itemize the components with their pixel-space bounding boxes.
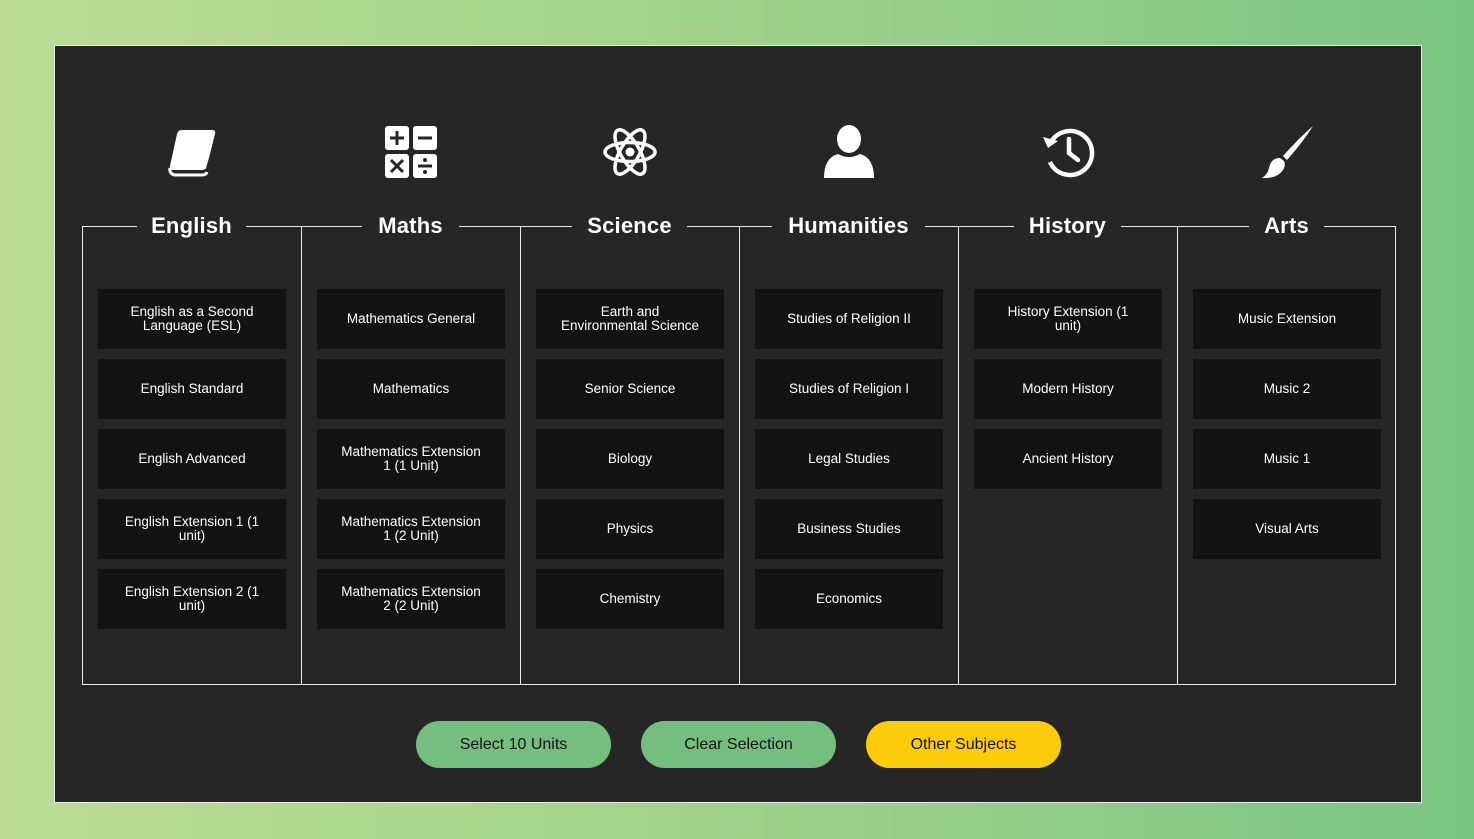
subject-tile[interactable]: Modern History	[974, 359, 1162, 419]
subject-tile[interactable]: Music 1	[1193, 429, 1381, 489]
subject-tile[interactable]: Senior Science	[536, 359, 724, 419]
subject-tile[interactable]: Music Extension	[1193, 289, 1381, 349]
subject-tile[interactable]: Earth and Environmental Science	[536, 289, 724, 349]
person-icon	[821, 124, 877, 180]
column-title: Humanities	[739, 212, 958, 240]
subject-tile[interactable]: Legal Studies	[755, 429, 943, 489]
subject-list: Music Extension Music 2 Music 1 Visual A…	[1193, 289, 1381, 569]
subject-list: Studies of Religion II Studies of Religi…	[755, 289, 943, 639]
column-title: Science	[520, 212, 739, 240]
other-subjects-button[interactable]: Other Subjects	[866, 721, 1061, 768]
subject-tile[interactable]: English Standard	[98, 359, 286, 419]
calculator-icon	[383, 124, 439, 180]
subject-tile[interactable]: English Advanced	[98, 429, 286, 489]
subject-list: English as a Second Language (ESL) Engli…	[98, 289, 286, 639]
subject-tile[interactable]: Music 2	[1193, 359, 1381, 419]
subject-selector-panel: English English as a Second Language (ES…	[54, 45, 1422, 803]
subject-tile[interactable]: English as a Second Language (ESL)	[98, 289, 286, 349]
subject-tile[interactable]: Mathematics General	[317, 289, 505, 349]
subject-tile[interactable]: Business Studies	[755, 499, 943, 559]
column-science: Science Earth and Environmental Science …	[520, 46, 739, 685]
subject-tile[interactable]: Economics	[755, 569, 943, 629]
subject-tile[interactable]: Mathematics	[317, 359, 505, 419]
column-title: Arts	[1177, 212, 1396, 240]
history-icon	[1040, 124, 1096, 180]
atom-icon	[602, 124, 658, 180]
column-maths: Maths Mathematics General Mathematics Ma…	[301, 46, 520, 685]
column-title: English	[82, 212, 301, 240]
clear-selection-button[interactable]: Clear Selection	[641, 721, 836, 768]
column-humanities: Humanities Studies of Religion II Studie…	[739, 46, 958, 685]
subject-tile[interactable]: Ancient History	[974, 429, 1162, 489]
paintbrush-icon	[1259, 124, 1315, 180]
subject-tile[interactable]: English Extension 2 (1 unit)	[98, 569, 286, 629]
book-icon	[164, 124, 220, 180]
subject-tile[interactable]: Studies of Religion II	[755, 289, 943, 349]
subject-tile[interactable]: Mathematics Extension 1 (2 Unit)	[317, 499, 505, 559]
subject-tile[interactable]: History Extension (1 unit)	[974, 289, 1162, 349]
subject-list: Earth and Environmental Science Senior S…	[536, 289, 724, 639]
subject-tile[interactable]: Studies of Religion I	[755, 359, 943, 419]
subject-tile[interactable]: Mathematics Extension 1 (1 Unit)	[317, 429, 505, 489]
column-title: Maths	[301, 212, 520, 240]
column-arts: Arts Music Extension Music 2 Music 1 Vis…	[1177, 46, 1396, 685]
subject-tile[interactable]: Physics	[536, 499, 724, 559]
subject-tile[interactable]: Biology	[536, 429, 724, 489]
column-title: History	[958, 212, 1177, 240]
subject-list: History Extension (1 unit) Modern Histor…	[974, 289, 1162, 499]
select-10-units-button[interactable]: Select 10 Units	[416, 721, 611, 768]
subject-tile[interactable]: Visual Arts	[1193, 499, 1381, 559]
subject-tile[interactable]: English Extension 1 (1 unit)	[98, 499, 286, 559]
subject-list: Mathematics General Mathematics Mathemat…	[317, 289, 505, 639]
subject-tile[interactable]: Chemistry	[536, 569, 724, 629]
column-history: History History Extension (1 unit) Moder…	[958, 46, 1177, 685]
subject-columns: English English as a Second Language (ES…	[82, 46, 1396, 685]
subject-tile[interactable]: Mathematics Extension 2 (2 Unit)	[317, 569, 505, 629]
column-english: English English as a Second Language (ES…	[82, 46, 301, 685]
